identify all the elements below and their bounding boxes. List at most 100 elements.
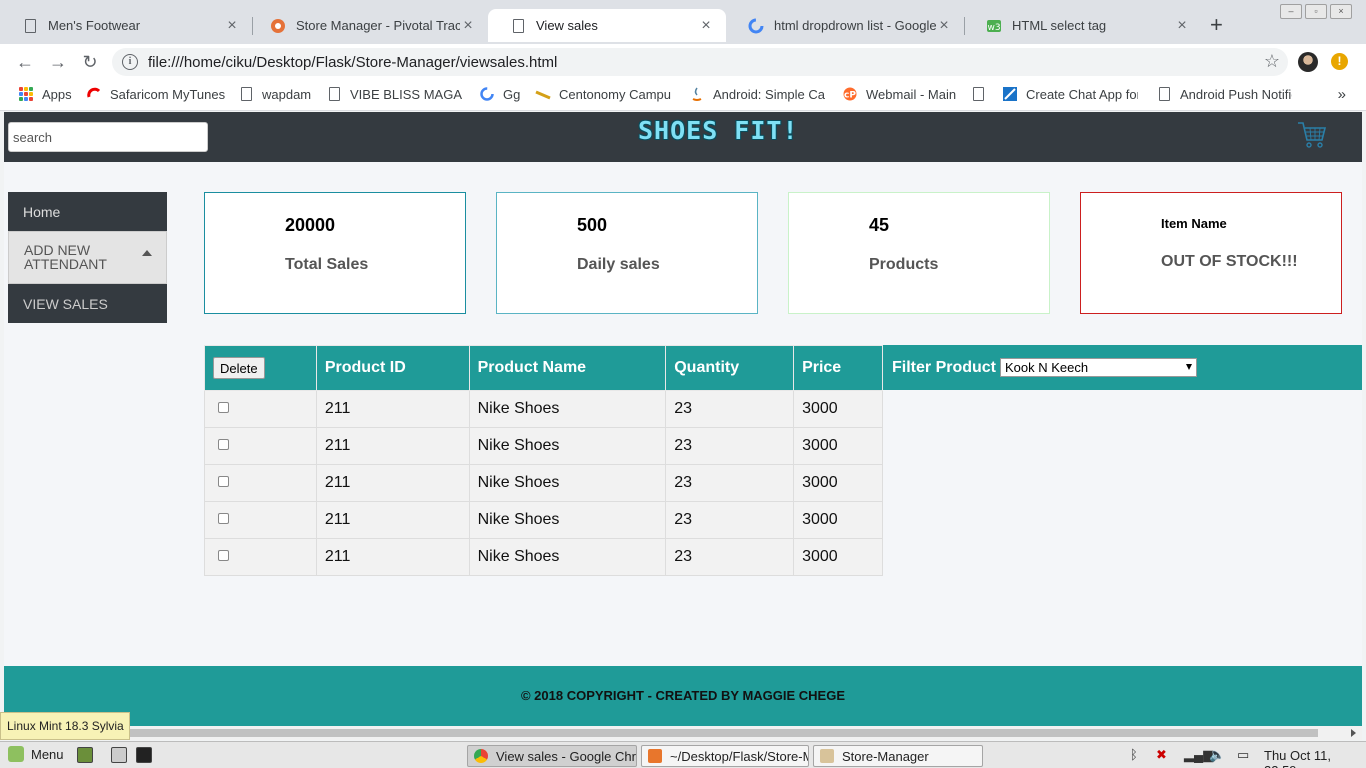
search-input[interactable] (8, 122, 208, 152)
nav-home[interactable]: Home (8, 192, 167, 231)
volume-icon[interactable]: 🔈 (1209, 747, 1225, 763)
minimize-button[interactable]: – (1280, 4, 1302, 19)
tab-title: Men's Footwear (48, 18, 141, 33)
page-icon (22, 18, 38, 34)
close-icon[interactable]: × (460, 17, 476, 35)
new-tab-button[interactable]: + (1210, 14, 1223, 36)
card-value: Item Name (1161, 216, 1227, 231)
battery-icon[interactable]: ▭ (1237, 747, 1249, 763)
bookmark-label: Android Push Notifications (1180, 86, 1292, 102)
show-desktop-icon[interactable] (77, 747, 93, 763)
pivotal-icon (270, 18, 286, 34)
card-value: 20000 (285, 215, 336, 235)
dropdown-arrow-icon (1186, 364, 1193, 370)
reload-icon[interactable]: ↻ (79, 51, 101, 73)
cell-product-name: Nike Shoes (468, 538, 667, 576)
svg-text:cP: cP (844, 91, 856, 101)
card-products: 45 Products (788, 192, 1050, 314)
row-checkbox[interactable] (218, 476, 229, 487)
card-total-sales: 20000 Total Sales (204, 192, 466, 314)
maximize-button[interactable]: ▫ (1305, 4, 1327, 19)
info-icon[interactable]: i (122, 54, 138, 70)
nav-view-sales[interactable]: VIEW SALES (8, 284, 167, 323)
terminal-icon[interactable] (136, 747, 152, 763)
cell-price: 3000 (793, 501, 883, 539)
tab-mens-footwear[interactable]: Men's Footwear × (0, 9, 252, 42)
cell-product-id: 211 (315, 427, 470, 465)
tab-title: Store Manager - Pivotal Tracker (296, 18, 460, 33)
select-cell (204, 390, 317, 428)
tab-view-sales[interactable]: View sales × (488, 9, 726, 42)
update-alert-icon[interactable]: ! (1331, 53, 1348, 70)
bookmark-page[interactable] (970, 86, 994, 102)
bookmark-apps[interactable]: Apps (18, 86, 72, 102)
shield-icon[interactable]: ✖ (1156, 747, 1167, 763)
bookmark-star-icon[interactable]: ☆ (1264, 51, 1280, 72)
select-cell (204, 427, 317, 465)
shopping-cart-icon[interactable] (1296, 118, 1328, 150)
sales-table: Delete Product ID Product Name Quantity … (204, 345, 883, 576)
taskbar-window-sublime[interactable]: ~/Desktop/Flask/Store-Manager (641, 745, 809, 767)
scroll-right-arrow-icon[interactable] (1351, 729, 1356, 737)
close-icon[interactable]: × (224, 17, 240, 35)
linux-mint-icon (8, 746, 24, 762)
table-row: 211 Nike Shoes 23 3000 (204, 501, 883, 539)
sublime-icon (648, 749, 662, 763)
page-icon (238, 86, 254, 102)
bookmark-wapdam[interactable]: wapdam (238, 86, 311, 102)
column-header: Price (793, 345, 883, 391)
url-text[interactable]: file:///home/ciku/Desktop/Flask/Store-Ma… (148, 54, 557, 71)
close-window-button[interactable]: × (1330, 4, 1352, 19)
card-value: 500 (577, 215, 608, 235)
table-row: 211 Nike Shoes 23 3000 (204, 464, 883, 502)
row-checkbox[interactable] (218, 402, 229, 413)
clock[interactable]: Thu Oct 11, 22:59 (1264, 748, 1366, 768)
tab-store-manager-pivotal[interactable]: Store Manager - Pivotal Tracker × (248, 9, 488, 42)
bookmark-safaricom[interactable]: Safaricom MyTunes (86, 86, 225, 102)
bookmark-centonomy[interactable]: Centonomy Campus (535, 86, 671, 102)
tab-html-select-tag[interactable]: w3 HTML select tag × (964, 9, 1202, 42)
bluetooth-icon[interactable]: ᛒ (1130, 747, 1138, 762)
taskbar-window-title: Store-Manager (842, 748, 929, 764)
bookmark-gg[interactable]: Gg (479, 86, 520, 102)
bookmark-label: Webmail - Main (866, 86, 957, 102)
taskbar-window-chrome[interactable]: View sales - Google Chrome (467, 745, 637, 767)
column-header: Quantity (665, 345, 795, 391)
bookmark-label: Centonomy Campus (559, 86, 671, 102)
google-icon (479, 86, 495, 102)
bookmark-webmail[interactable]: cP Webmail - Main (842, 86, 956, 102)
bookmark-android-push[interactable]: Android Push Notifications (1156, 86, 1292, 102)
bookmark-vibe-bliss[interactable]: VIBE BLISS MAGAZINE (326, 86, 462, 102)
scrollbar-thumb[interactable] (4, 729, 1318, 737)
bookmarks-overflow-icon[interactable]: » (1338, 86, 1346, 103)
card-label: Daily sales (577, 256, 660, 273)
close-icon[interactable]: × (1174, 17, 1190, 35)
chat-app-icon (1002, 86, 1018, 102)
column-header: Product Name (468, 345, 667, 391)
tab-google-search[interactable]: html dropdrown list - Google Search × (726, 9, 964, 42)
bookmark-android-calculator[interactable]: Android: Simple Calculator (689, 86, 825, 102)
row-checkbox[interactable] (218, 550, 229, 561)
taskbar-window-folder[interactable]: Store-Manager (813, 745, 983, 767)
bookmark-label: Android: Simple Calculator (713, 86, 825, 102)
forward-arrow-icon[interactable]: → (47, 51, 69, 73)
delete-button[interactable]: Delete (213, 357, 265, 379)
back-arrow-icon[interactable]: ← (14, 51, 36, 73)
file-manager-icon[interactable] (111, 747, 127, 763)
filter-product-select[interactable]: Kook N Keech (1000, 358, 1198, 377)
row-checkbox[interactable] (218, 513, 229, 524)
profile-avatar-icon[interactable] (1298, 52, 1318, 72)
address-bar[interactable]: i file:///home/ciku/Desktop/Flask/Store-… (112, 48, 1288, 76)
cell-product-name: Nike Shoes (468, 427, 667, 465)
close-icon[interactable]: × (698, 17, 714, 35)
bookmark-label: Gg (503, 86, 521, 102)
row-checkbox[interactable] (218, 439, 229, 450)
close-icon[interactable]: × (936, 17, 952, 35)
cell-product-id: 211 (315, 538, 470, 576)
horizontal-scrollbar[interactable] (4, 726, 1362, 740)
start-menu-button[interactable]: Menu (8, 746, 64, 762)
table-row: 211 Nike Shoes 23 3000 (204, 390, 883, 428)
bookmark-create-chat-app[interactable]: Create Chat App for (1002, 86, 1138, 102)
nav-add-new-attendant[interactable]: ADD NEW ATTENDANT (8, 231, 167, 284)
bookmark-label: Safaricom MyTunes (110, 86, 226, 102)
